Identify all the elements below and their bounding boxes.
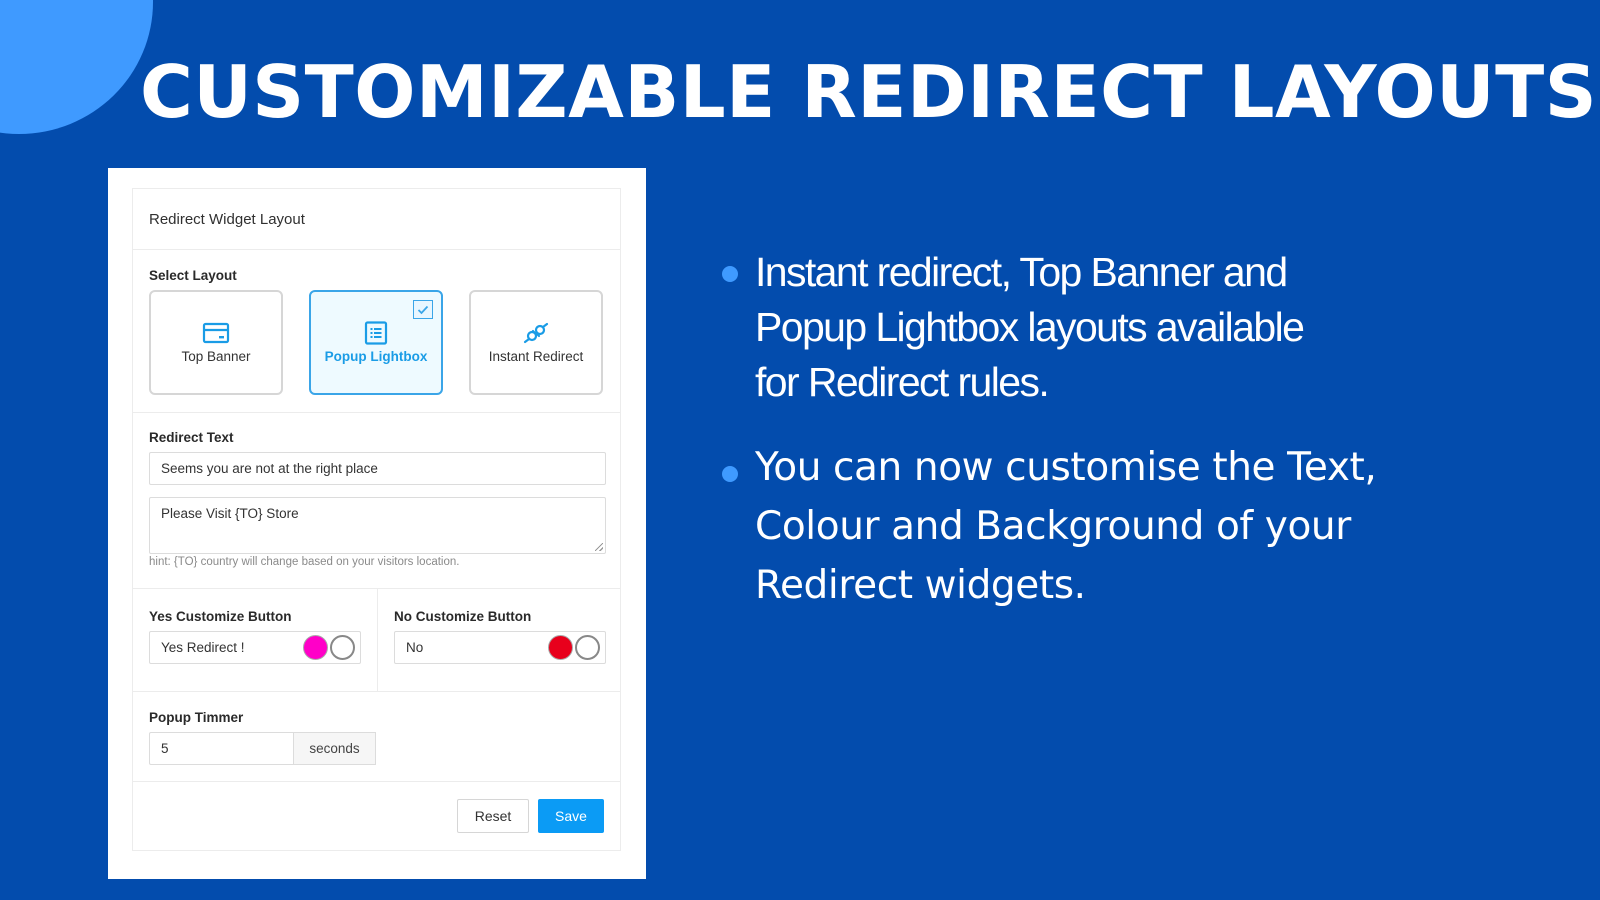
selected-checkbox[interactable] bbox=[413, 300, 433, 319]
bullet-text: Instant redirect, Top Banner and Popup L… bbox=[755, 249, 1305, 405]
list-icon bbox=[364, 321, 388, 345]
headline: CUSTOMIZABLE REDIRECT LAYOUTS bbox=[140, 50, 1598, 134]
save-button[interactable]: Save bbox=[538, 799, 604, 833]
layout-option-label: Popup Lightbox bbox=[324, 349, 428, 364]
yes-customize-label: Yes Customize Button bbox=[149, 609, 292, 624]
popup-timer-input[interactable]: 5 bbox=[149, 732, 294, 765]
feature-bullets: Instant redirect, Top Banner and Popup L… bbox=[722, 245, 1442, 615]
resize-handle[interactable] bbox=[595, 543, 603, 551]
layout-option-top-banner[interactable]: Top Banner bbox=[149, 290, 283, 395]
layout-option-popup-lightbox[interactable]: Popup Lightbox bbox=[309, 290, 443, 395]
banner-icon bbox=[202, 322, 230, 344]
redirect-widget-layout-panel: Redirect Widget Layout Select Layout Top… bbox=[132, 188, 621, 851]
no-button-value: No bbox=[406, 640, 424, 655]
yes-text-color-swatch[interactable] bbox=[303, 635, 328, 660]
redirect-text-line2-textarea[interactable]: Please Visit {TO} Store bbox=[149, 497, 606, 554]
select-layout-section: Select Layout Top Banner Popup Lightbox … bbox=[133, 250, 620, 413]
yes-background-color-swatch[interactable] bbox=[330, 635, 355, 660]
panel-title: Redirect Widget Layout bbox=[133, 189, 620, 250]
bullet-text: You can now customise the Text, Colour a… bbox=[755, 445, 1377, 608]
bullet-item: You can now customise the Text, Colour a… bbox=[722, 438, 1442, 615]
layout-options: Top Banner Popup Lightbox Instant Redire… bbox=[149, 290, 604, 395]
checkmark-icon bbox=[417, 305, 429, 314]
yes-button-value: Yes Redirect ! bbox=[161, 640, 245, 655]
redirect-text-label: Redirect Text bbox=[149, 430, 234, 445]
redirect-text-hint: hint: {TO} country will change based on … bbox=[149, 556, 460, 568]
popup-timer-section: Popup Timmer 5 seconds bbox=[133, 692, 620, 782]
screenshot-frame: Redirect Widget Layout Select Layout Top… bbox=[108, 168, 646, 879]
select-layout-label: Select Layout bbox=[149, 268, 237, 283]
panel-footer: Reset Save bbox=[133, 782, 620, 850]
popup-timer-unit: seconds bbox=[294, 732, 376, 765]
no-button-text-input[interactable]: No bbox=[394, 631, 606, 664]
redirect-text-line1-input[interactable]: Seems you are not at the right place bbox=[149, 452, 606, 485]
bullet-dot-icon bbox=[722, 266, 738, 282]
no-text-color-swatch[interactable] bbox=[548, 635, 573, 660]
no-button-column: No Customize Button No bbox=[377, 589, 622, 691]
plug-icon bbox=[523, 322, 549, 344]
popup-timer-group: 5 seconds bbox=[149, 732, 376, 765]
no-customize-label: No Customize Button bbox=[394, 609, 532, 624]
layout-option-instant-redirect[interactable]: Instant Redirect bbox=[469, 290, 603, 395]
redirect-text-section: Redirect Text Seems you are not at the r… bbox=[133, 413, 620, 589]
layout-option-label: Instant Redirect bbox=[488, 349, 584, 364]
yes-button-column: Yes Customize Button Yes Redirect ! bbox=[133, 589, 377, 691]
layout-option-label: Top Banner bbox=[181, 349, 251, 364]
textarea-value: Please Visit {TO} Store bbox=[161, 506, 299, 521]
reset-button[interactable]: Reset bbox=[457, 799, 529, 833]
no-background-color-swatch[interactable] bbox=[575, 635, 600, 660]
decorative-circle bbox=[0, 0, 153, 134]
bullet-item: Instant redirect, Top Banner and Popup L… bbox=[722, 245, 1442, 410]
yes-button-text-input[interactable]: Yes Redirect ! bbox=[149, 631, 361, 664]
customize-buttons-section: Yes Customize Button Yes Redirect ! No C… bbox=[133, 589, 620, 692]
bullet-dot-icon bbox=[722, 466, 738, 482]
popup-timer-label: Popup Timmer bbox=[149, 710, 244, 725]
